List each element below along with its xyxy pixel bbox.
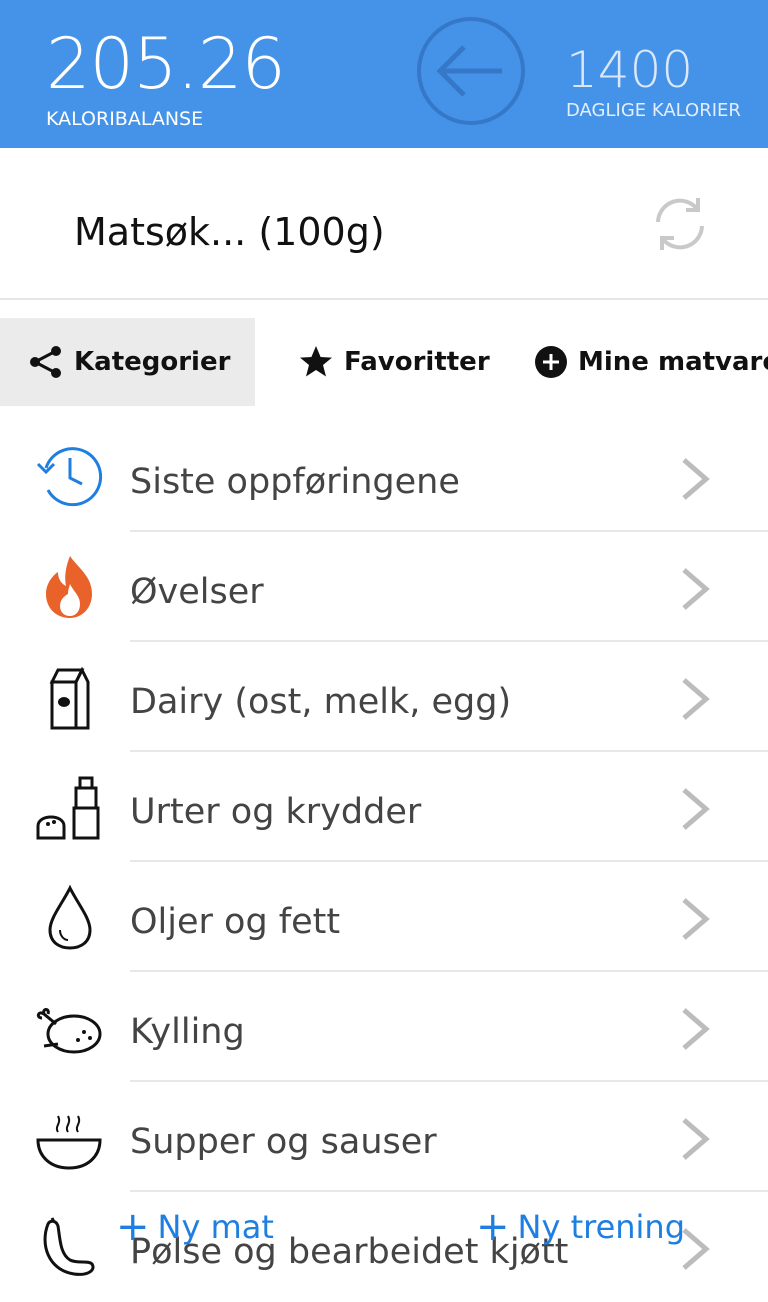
- list-item-label: Oljer og fett: [130, 902, 341, 942]
- list-item-label: Siste oppføringene: [130, 462, 460, 502]
- list-item-oljer-og-fett[interactable]: Oljer og fett: [0, 862, 768, 972]
- list-item-label: Øvelser: [130, 572, 264, 612]
- milk-carton-icon: [49, 666, 90, 730]
- bottom-app-bar: + Ny mat + Ny trening: [0, 1198, 768, 1280]
- roast-chicken-icon: [36, 1008, 102, 1054]
- plus-icon: +: [116, 1204, 150, 1250]
- salt-pepper-icon: [36, 776, 100, 840]
- list-item-label: Urter og krydder: [130, 792, 422, 832]
- chevron-right-icon: [682, 1008, 710, 1050]
- daily-calories-value: 1400: [566, 41, 694, 99]
- tab-kategorier-label: Kategorier: [74, 347, 231, 377]
- back-arrow-icon: [417, 17, 525, 125]
- tab-mine-matvare-label: Mine matvare: [578, 347, 768, 377]
- tab-favoritter[interactable]: Favoritter: [298, 318, 490, 406]
- oil-drop-icon: [48, 884, 92, 950]
- plus-icon: +: [476, 1204, 510, 1250]
- flame-icon: [46, 556, 92, 618]
- tab-kategorier[interactable]: Kategorier: [0, 318, 255, 406]
- chevron-right-icon: [682, 1118, 710, 1160]
- list-item-kylling[interactable]: Kylling: [0, 972, 768, 1082]
- plus-circle-icon: [535, 346, 567, 378]
- chevron-right-icon: [682, 788, 710, 830]
- history-clock-icon: [36, 447, 103, 507]
- new-food-label: Ny mat: [157, 1208, 274, 1246]
- calorie-balance-label: KALORIBALANSE: [46, 108, 204, 130]
- food-search-row[interactable]: Matsøk... (100g): [0, 148, 768, 300]
- back-button[interactable]: [416, 16, 526, 126]
- calorie-header: 205.26 KALORIBALANSE 1400 DAGLIGE KALORI…: [0, 0, 768, 148]
- list-item-ovelser[interactable]: Øvelser: [0, 532, 768, 642]
- new-workout-label: Ny trening: [517, 1208, 686, 1246]
- chevron-right-icon: [682, 458, 710, 500]
- list-item-siste-oppforingene[interactable]: Siste oppføringene: [0, 422, 768, 532]
- food-search-field[interactable]: Matsøk... (100g): [74, 210, 385, 254]
- category-tabs: Kategorier Favoritter Mine matvare: [0, 318, 768, 406]
- list-item-urter-og-krydder[interactable]: Urter og krydder: [0, 752, 768, 862]
- list-item-label: Kylling: [130, 1012, 245, 1052]
- list-item-supper-og-sauser[interactable]: Supper og sauser: [0, 1082, 768, 1192]
- chevron-right-icon: [682, 568, 710, 610]
- refresh-button[interactable]: [648, 192, 712, 256]
- chevron-right-icon: [682, 898, 710, 940]
- soup-bowl-icon: [36, 1115, 102, 1170]
- tab-mine-matvare[interactable]: Mine matvare: [534, 318, 768, 406]
- share-icon: [30, 346, 61, 378]
- refresh-icon: [656, 198, 704, 250]
- chevron-right-icon: [682, 678, 710, 720]
- daily-calories-label: DAGLIGE KALORIER: [566, 100, 741, 121]
- calorie-balance-value: 205.26: [46, 23, 286, 105]
- list-item-label: Supper og sauser: [130, 1122, 437, 1162]
- list-item-label: Dairy (ost, melk, egg): [130, 682, 512, 722]
- tab-favoritter-label: Favoritter: [344, 347, 490, 377]
- new-workout-button[interactable]: + Ny trening: [476, 1204, 685, 1250]
- list-item-dairy[interactable]: Dairy (ost, melk, egg): [0, 642, 768, 752]
- new-food-button[interactable]: + Ny mat: [116, 1204, 274, 1250]
- star-icon: [300, 346, 332, 377]
